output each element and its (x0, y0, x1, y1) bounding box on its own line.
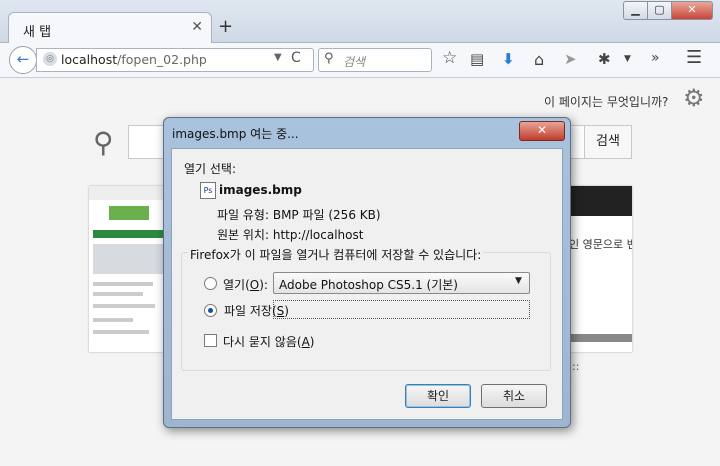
url-text[interactable]: localhost/fopen_02.php (61, 52, 207, 67)
thumb-line (93, 282, 153, 286)
open-with-heading: 열기 선택: (184, 162, 237, 176)
dialog-body: 열기 선택: Ps images.bmp 파일 유형: BMP 파일 (256 … (171, 148, 563, 420)
dont-ask-text: 다시 묻지 않음( (223, 335, 302, 349)
thumbnail-tile[interactable] (89, 186, 167, 352)
dialog-title: images.bmp 여는 중... (172, 127, 299, 141)
search-icon: ⚲ (324, 51, 334, 66)
thumb-nav (93, 230, 163, 238)
reload-icon[interactable]: C (291, 50, 301, 66)
magnifier-icon: ⚲ (93, 126, 114, 159)
tab-strip: 새 탭 ✕ + ▁ ▢ ✕ (0, 0, 720, 44)
star-icon[interactable]: ☆ (442, 48, 457, 68)
thumb-line (93, 304, 155, 308)
chevron-down-icon: ▼ (515, 276, 522, 286)
save-radio[interactable] (204, 304, 217, 317)
navigation-bar: ← ◎ localhost/fopen_02.php ▼ C ⚲ 검색 ☆ ▤ … (0, 43, 720, 78)
save-label[interactable]: 파일 저장(S) (224, 302, 289, 319)
download-icon[interactable]: ⬇ (502, 50, 515, 68)
extension-dropdown-icon[interactable]: ▼ (624, 54, 631, 64)
minimize-button[interactable]: ▁ (623, 1, 648, 20)
application-select-value: Adobe Photoshop CS5.1 (기본) (279, 278, 458, 292)
dont-ask-end: ) (309, 335, 315, 349)
send-icon[interactable]: ➤ (564, 50, 577, 68)
url-path: /fopen_02.php (117, 52, 207, 67)
open-label-text: 열기( (223, 278, 250, 292)
gear-icon[interactable]: ⚙ (683, 84, 705, 112)
search-bar[interactable]: ⚲ 검색 (318, 48, 432, 72)
thumbnail-tile[interactable]: 인 영문으로 변경 (566, 186, 632, 352)
save-label-text: 파일 저장( (224, 304, 277, 318)
open-radio[interactable] (204, 277, 217, 290)
open-label-end: ): (259, 278, 268, 292)
file-name: images.bmp (219, 183, 302, 197)
cancel-button[interactable]: 취소 (481, 384, 547, 408)
overflow-icon[interactable]: » (651, 50, 660, 66)
maximize-button[interactable]: ▢ (647, 1, 672, 20)
thumb-dots: :: (572, 360, 580, 373)
tab-title: 새 탭 (23, 25, 52, 40)
page-search-button[interactable]: 검색 (584, 125, 632, 159)
home-icon[interactable]: ⌂ (534, 50, 544, 69)
thumb-footer (566, 334, 632, 342)
thumb-header (89, 186, 167, 200)
back-button[interactable]: ← (9, 46, 37, 74)
dont-ask-label[interactable]: 다시 묻지 않음(A) (223, 333, 314, 350)
open-file-dialog: images.bmp 여는 중... ✕ 열기 선택: Ps images.bm… (163, 117, 571, 428)
url-bar[interactable]: ◎ localhost/fopen_02.php ▼ C (36, 48, 314, 72)
thumb-banner (93, 244, 163, 274)
action-question: Firefox가 이 파일을 열거나 컴퓨터에 저장할 수 있습니다: (188, 246, 484, 263)
dialog-close-button[interactable]: ✕ (519, 121, 565, 141)
save-label-end: ) (284, 304, 289, 318)
extension-icon[interactable]: ✱ (598, 50, 611, 68)
thumb-header (566, 186, 632, 216)
thumb-line (93, 292, 143, 296)
ok-button[interactable]: 확인 (405, 384, 471, 408)
application-select[interactable]: Adobe Photoshop CS5.1 (기본) ▼ (273, 272, 530, 294)
save-file-focus (273, 300, 530, 319)
new-tab-button[interactable]: + (218, 16, 233, 37)
what-is-this-page-link[interactable]: 이 페이지는 무엇입니까? (544, 93, 668, 110)
thumb-line (93, 330, 149, 334)
tab-close-icon[interactable]: ✕ (191, 19, 203, 35)
photoshop-file-icon: Ps (200, 182, 216, 199)
globe-icon: ◎ (43, 52, 57, 66)
url-host: localhost (61, 52, 118, 67)
reading-list-icon[interactable]: ▤ (470, 50, 484, 68)
url-dropdown-icon[interactable]: ▼ (274, 52, 282, 63)
file-source: 원본 위치: http://localhost (217, 228, 364, 242)
menu-icon[interactable]: ☰ (686, 47, 702, 68)
open-accesskey: O (249, 278, 260, 292)
search-placeholder: 검색 (343, 55, 366, 69)
thumb-logo (109, 206, 149, 220)
thumb-line (93, 318, 133, 322)
dont-ask-checkbox[interactable] (204, 334, 217, 347)
close-window-button[interactable]: ✕ (671, 1, 713, 20)
dont-ask-accesskey: A (301, 335, 310, 349)
file-type: 파일 유형: BMP 파일 (256 KB) (217, 208, 381, 222)
open-label[interactable]: 열기(O): (223, 276, 268, 293)
thumb-text: 인 영문으로 변경 (569, 238, 632, 251)
tab-new-tab[interactable]: 새 탭 ✕ (8, 12, 212, 44)
